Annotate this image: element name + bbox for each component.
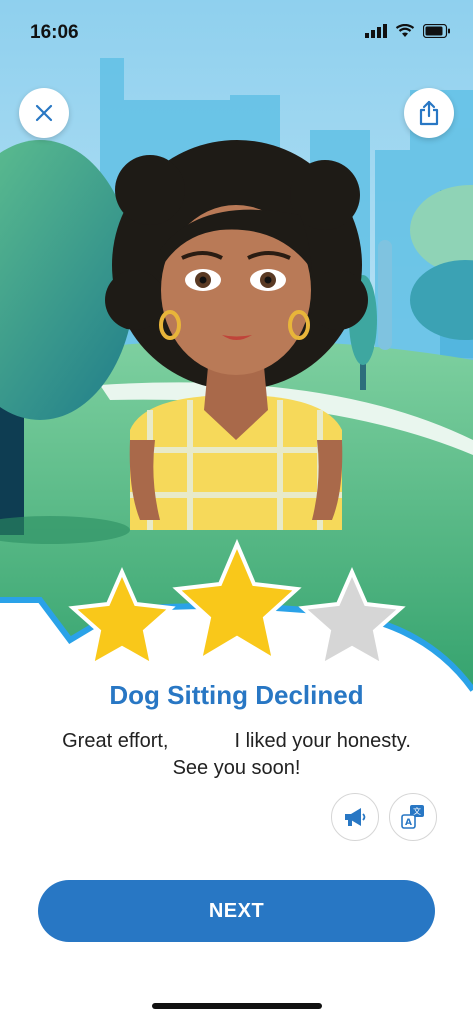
- home-indicator: [152, 1003, 322, 1009]
- character-avatar: [105, 140, 368, 530]
- wifi-icon: [395, 24, 415, 37]
- close-icon: [35, 104, 53, 122]
- close-button[interactable]: [19, 88, 69, 138]
- share-button[interactable]: [404, 88, 454, 138]
- share-icon: [419, 100, 439, 126]
- status-time: 16:06: [30, 22, 79, 43]
- next-button[interactable]: NEXT: [38, 880, 435, 942]
- status-icons: [365, 24, 451, 38]
- result-message-line2: See you soon!: [172, 757, 301, 779]
- result-message-line1: Great effort, I liked your honesty.: [0, 730, 473, 753]
- translate-icon: 文 A: [401, 805, 424, 829]
- cellular-signal-icon: [365, 24, 387, 38]
- megaphone-icon: [345, 808, 366, 826]
- result-title: Dog Sitting Declined: [109, 680, 364, 710]
- svg-text:A: A: [405, 818, 412, 828]
- battery-icon: [423, 24, 450, 38]
- audio-button[interactable]: [331, 793, 379, 841]
- message-start: Great effort,: [62, 730, 169, 752]
- message-end: I liked your honesty.: [234, 730, 411, 752]
- results-screen: 16:06 Dog Sitting Declined Great effort,…: [0, 0, 473, 1024]
- park-scene-illustration: [0, 0, 473, 720]
- status-bar: 16:06: [0, 0, 473, 64]
- translate-button[interactable]: 文 A: [389, 793, 437, 841]
